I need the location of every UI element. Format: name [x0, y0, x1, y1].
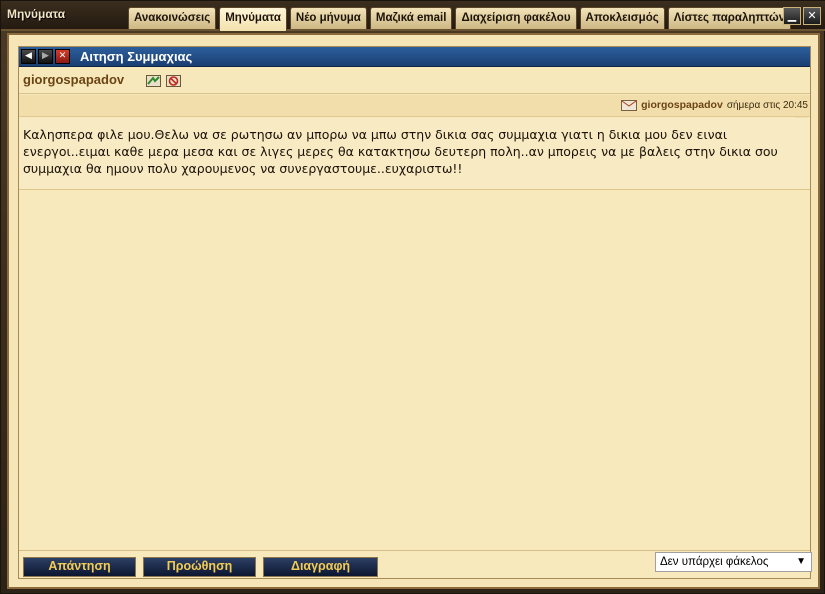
action-bar: Απάντηση Προώθηση Διαγραφή Δεν υπάρχει φ… — [19, 550, 812, 578]
tab-messages[interactable]: Μηνύματα — [219, 7, 287, 31]
arrow-left-icon: ◀ — [25, 51, 32, 61]
close-window-button[interactable]: ✕ — [803, 7, 821, 25]
block-sender-icon[interactable] — [166, 74, 181, 88]
next-message-button[interactable]: ▶ — [38, 49, 53, 64]
tab-mass-email[interactable]: Μαζικά email — [369, 7, 453, 29]
post-author[interactable]: giorgospapadov — [641, 99, 723, 111]
sender-row: giorgospapadov — [19, 68, 810, 94]
message-view: ◀ ▶ ✕ Αιτηση Συμμαχιας giorgospapadov gi… — [18, 46, 812, 579]
post-meta-row: giorgospapadov σήμερα στις 20:45 — [19, 95, 810, 117]
forward-button[interactable]: Προώθηση — [143, 557, 256, 577]
message-header: ◀ ▶ ✕ Αιτηση Συμμαχιας — [19, 47, 810, 67]
chevron-down-icon: ▼ — [796, 556, 806, 567]
arrow-right-icon: ▶ — [42, 51, 49, 61]
message-body: Καλησπερα φιλε μου.Θελω να σε ρωτησω αν … — [19, 118, 810, 190]
sender-name[interactable]: giorgospapadov — [23, 72, 124, 87]
close-icon: ✕ — [807, 9, 817, 22]
messages-window: Μηνύματα Ανακοινώσεις Μηνύματα Νέο μήνυμ… — [0, 0, 825, 594]
tab-new-message[interactable]: Νέο μήνυμα — [289, 7, 367, 29]
minimize-icon: ▁ — [787, 9, 797, 22]
window-title: Μηνύματα — [7, 7, 66, 21]
folder-select[interactable]: Δεν υπάρχει φάκελος ▼ — [655, 552, 812, 572]
reply-button[interactable]: Απάντηση — [23, 557, 136, 577]
message-subject: Αιτηση Συμμαχιας — [80, 49, 193, 64]
reply-to-sender-icon[interactable] — [146, 74, 161, 88]
tab-block[interactable]: Αποκλεισμός — [579, 7, 665, 29]
post-time: σήμερα στις 20:45 — [726, 99, 808, 111]
folder-select-value: Δεν υπάρχει φάκελος — [660, 556, 769, 568]
tab-announcements[interactable]: Ανακοινώσεις — [128, 7, 217, 29]
tab-recipient-lists[interactable]: Λίστες παραληπτών — [667, 7, 792, 29]
post-meta: giorgospapadov σήμερα στις 20:45 — [621, 98, 808, 112]
content-panel: ◀ ▶ ✕ Αιτηση Συμμαχιας giorgospapadov gi… — [7, 33, 820, 589]
close-message-button[interactable]: ✕ — [55, 49, 70, 64]
title-bar: Μηνύματα Ανακοινώσεις Μηνύματα Νέο μήνυμ… — [1, 1, 825, 31]
close-icon: ✕ — [58, 51, 67, 61]
previous-message-button[interactable]: ◀ — [21, 49, 36, 64]
envelope-icon — [621, 100, 638, 111]
tab-bar: Ανακοινώσεις Μηνύματα Νέο μήνυμα Μαζικά … — [128, 7, 792, 31]
tab-folder-management[interactable]: Διαχείριση φακέλου — [455, 7, 577, 29]
minimize-button[interactable]: ▁ — [783, 7, 801, 25]
delete-button[interactable]: Διαγραφή — [263, 557, 378, 577]
